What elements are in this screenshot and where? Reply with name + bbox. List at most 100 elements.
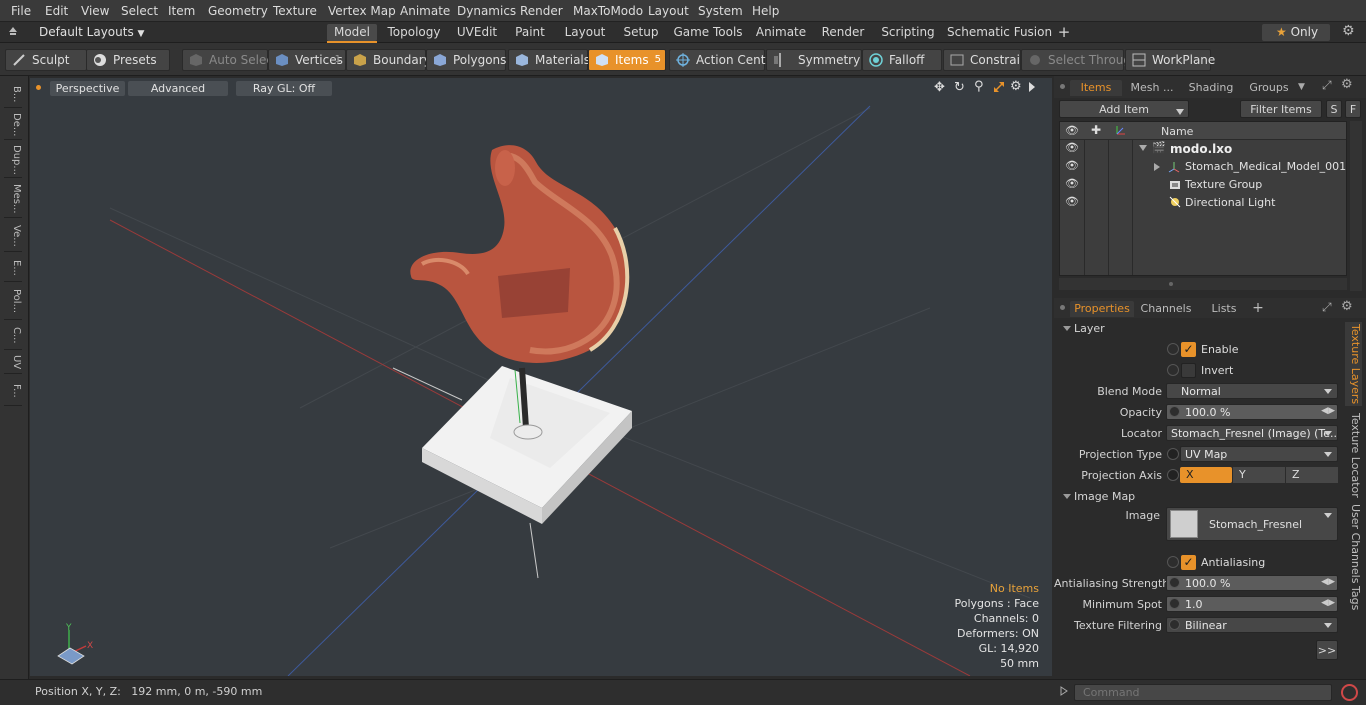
tab-mesh[interactable]: Mesh ... <box>1126 80 1178 96</box>
axis-x-toggle[interactable]: X <box>1180 467 1232 483</box>
left-tab-vertex[interactable]: Ve... <box>4 220 22 252</box>
slider-arrows-icon[interactable]: ◀▶ <box>1321 577 1335 587</box>
antialiasing-checkbox[interactable]: ✓ <box>1181 555 1196 570</box>
record-icon[interactable] <box>1341 684 1358 701</box>
menu-layout[interactable]: Layout <box>648 4 689 18</box>
left-tab-fusion[interactable]: F... <box>4 376 22 406</box>
slider-arrows-icon[interactable]: ◀▶ <box>1321 598 1335 608</box>
axis-y-toggle[interactable]: Y <box>1233 467 1285 483</box>
menu-select[interactable]: Select <box>121 4 158 18</box>
chevron-down-icon[interactable] <box>1176 105 1184 118</box>
layout-preset-dropdown[interactable]: Default Layouts ▼ <box>39 25 144 39</box>
tab-lists[interactable]: Lists <box>1202 301 1246 317</box>
visibility-eye-icon[interactable]: 👁 <box>1065 141 1079 154</box>
rotate-view-icon[interactable]: ↻ <box>954 80 965 95</box>
tab-channels[interactable]: Channels <box>1136 301 1196 317</box>
expand-arrow-icon[interactable] <box>1139 142 1147 155</box>
workplane-button[interactable]: WorkPlane <box>1125 49 1215 71</box>
blend-mode-select[interactable]: Normal <box>1166 383 1338 399</box>
more-button[interactable]: >> <box>1316 640 1338 660</box>
fit-view-icon[interactable] <box>993 81 1005 93</box>
gear-icon[interactable]: ⚙ <box>1010 79 1022 94</box>
tab-scripting[interactable]: Scripting <box>879 24 937 41</box>
enable-anim-dot[interactable] <box>1167 343 1179 355</box>
move-view-icon[interactable]: ✥ <box>934 80 945 95</box>
symmetry-button[interactable]: Symmetry <box>766 49 862 71</box>
left-tab-duplicate[interactable]: Dup... <box>4 142 22 178</box>
slider-arrows-icon[interactable]: ◀▶ <box>1321 406 1335 416</box>
3d-viewport[interactable]: Y X Perspective Advanced Ray GL: Off ✥ ↻… <box>30 78 1052 676</box>
texture-filtering-select[interactable]: Bilinear <box>1166 617 1338 633</box>
expand-right-icon[interactable] <box>1028 82 1036 95</box>
menu-help[interactable]: Help <box>752 4 779 18</box>
s-button[interactable]: S <box>1326 100 1342 118</box>
opacity-slider[interactable]: 100.0 % ◀▶ <box>1166 404 1338 420</box>
menu-render[interactable]: Render <box>520 4 563 18</box>
maximize-icon[interactable]: ⤢ <box>1322 78 1332 93</box>
left-tab-polygon[interactable]: Pol... <box>4 284 22 320</box>
falloff-button[interactable]: Falloff <box>862 49 942 71</box>
expand-arrow-icon[interactable] <box>1153 161 1161 174</box>
command-input[interactable] <box>1074 684 1332 701</box>
gear-icon[interactable]: ⚙ <box>1341 77 1353 92</box>
panel-dot-icon[interactable] <box>1060 305 1065 310</box>
visibility-eye-icon[interactable]: 👁 <box>1065 195 1079 208</box>
tab-paint[interactable]: Paint <box>510 24 550 41</box>
image-map-section-header[interactable]: Image Map <box>1060 490 1336 505</box>
locator-select[interactable]: Stomach_Fresnel (Image) (Te... <box>1166 425 1338 441</box>
boundary-button[interactable]: Boundary <box>346 49 431 71</box>
menu-geometry[interactable]: Geometry <box>208 4 268 18</box>
side-tab-tags[interactable]: Tags <box>1345 580 1362 616</box>
left-tab-deform[interactable]: De... <box>4 110 22 140</box>
tab-animate[interactable]: Animate <box>754 24 808 41</box>
menu-system[interactable]: System <box>698 4 743 18</box>
maximize-icon[interactable]: ⤢ <box>1322 300 1332 315</box>
only-toggle[interactable]: ★ Only <box>1262 24 1330 41</box>
presets-button[interactable]: Presets <box>86 49 170 71</box>
left-tab-curve[interactable]: C... <box>4 322 22 350</box>
image-select[interactable]: Stomach_Fresnel <box>1166 507 1338 541</box>
chevron-down-icon[interactable]: ▼ <box>1298 82 1305 92</box>
enable-checkbox[interactable]: ✓ <box>1181 342 1196 357</box>
eye-icon[interactable]: 👁 <box>1065 124 1079 137</box>
viewport-dot-icon[interactable] <box>36 85 41 90</box>
add-tab-button[interactable]: + <box>1055 22 1073 41</box>
invert-checkbox[interactable] <box>1181 363 1196 378</box>
axes-icon[interactable] <box>1115 124 1127 139</box>
tab-layout[interactable]: Layout <box>561 24 609 41</box>
opacity-anim-dot[interactable] <box>1169 406 1180 417</box>
visibility-eye-icon[interactable]: 👁 <box>1065 177 1079 190</box>
antialiasing-anim-dot[interactable] <box>1167 556 1179 568</box>
f-button[interactable]: F <box>1345 100 1361 118</box>
constraints-button[interactable]: Constrai... <box>943 49 1031 71</box>
min-spot-slider[interactable]: 1.0 ◀▶ <box>1166 596 1338 612</box>
sculpt-button[interactable]: Sculpt <box>5 49 87 71</box>
items-button[interactable]: Items 5 <box>588 49 666 71</box>
polygons-button[interactable]: Polygons <box>426 49 506 71</box>
layer-section-header[interactable]: Layer <box>1060 322 1336 337</box>
item-list-vscroll[interactable] <box>1350 121 1362 291</box>
invert-anim-dot[interactable] <box>1167 364 1179 376</box>
menu-dynamics[interactable]: Dynamics <box>457 4 516 18</box>
menu-texture[interactable]: Texture <box>273 4 317 18</box>
collapse-up-icon[interactable] <box>8 26 18 36</box>
menu-animate[interactable]: Animate <box>400 4 450 18</box>
menu-edit[interactable]: Edit <box>45 4 68 18</box>
lock-icon[interactable]: ✚ <box>1091 123 1101 137</box>
select-through-button[interactable]: Select Through <box>1021 49 1139 71</box>
menu-maxtomodo[interactable]: MaxToModo <box>573 4 643 18</box>
tab-topology[interactable]: Topology <box>385 24 443 41</box>
perspective-button[interactable]: Perspective <box>50 81 125 96</box>
tab-schematic-fusion[interactable]: Schematic Fusion <box>947 24 1052 41</box>
side-tab-texture-locator[interactable]: Texture Locator <box>1345 410 1362 500</box>
tab-items[interactable]: Items <box>1070 80 1122 96</box>
raygl-button[interactable]: Ray GL: Off <box>236 81 332 96</box>
tab-render[interactable]: Render <box>818 24 868 41</box>
menu-view[interactable]: View <box>81 4 109 18</box>
expand-right-icon[interactable] <box>1060 686 1068 699</box>
tab-groups[interactable]: Groups <box>1242 80 1296 96</box>
tab-uvedit[interactable]: UVEdit <box>453 24 501 41</box>
advanced-button[interactable]: Advanced <box>128 81 228 96</box>
auto-select-button[interactable]: Auto Select <box>182 49 278 71</box>
left-tab-edge[interactable]: E... <box>4 254 22 282</box>
